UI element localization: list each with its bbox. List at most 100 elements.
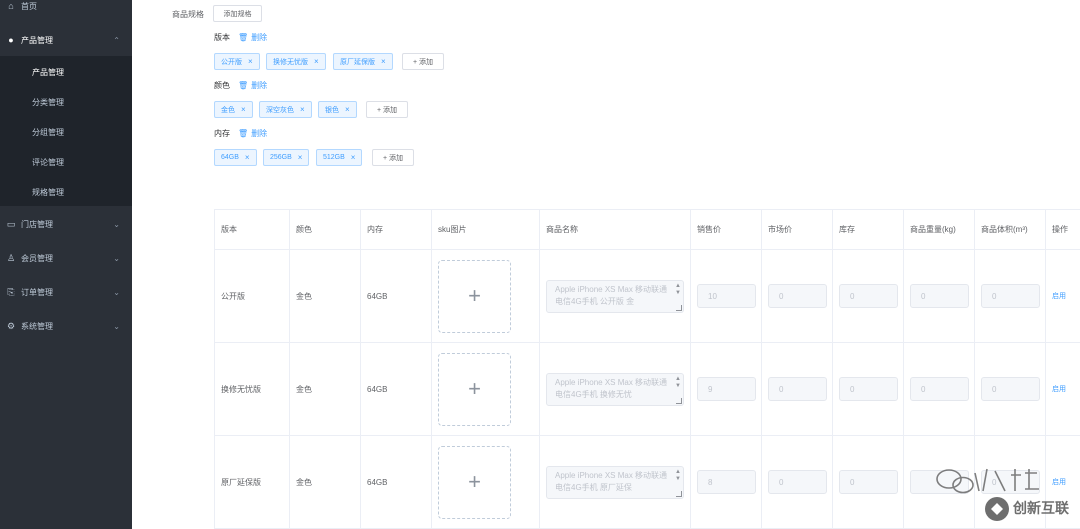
add-value-button[interactable]: + 添加 — [372, 149, 414, 166]
nav-item-home[interactable]: ⌂ 首页 — [0, 0, 132, 20]
cell-price: 10 — [690, 249, 762, 343]
enable-link[interactable]: 启用 — [1052, 293, 1066, 300]
tag-label: 64GB — [221, 154, 239, 161]
plus-icon: + — [468, 376, 481, 401]
image-upload-button[interactable]: + — [438, 259, 511, 333]
nav-label: 系统管理 — [21, 321, 53, 331]
volume-input[interactable]: 0 — [981, 284, 1040, 308]
spec-group-title: 版本 🗑 删除 — [214, 32, 267, 43]
cell-action: 启用 — [1045, 342, 1080, 436]
market-price-input[interactable]: 0 — [768, 470, 827, 494]
nav-item-products[interactable]: ● 产品管理 ⌃ — [0, 26, 132, 54]
delete-group-button[interactable]: 🗑 删除 — [238, 128, 267, 139]
cell-name: Apple iPhone XS Max 移动联通电信4G手机 原厂延保 ▲ ▼ — [539, 435, 691, 529]
sub-item-comment[interactable]: 评论管理 — [0, 147, 132, 177]
close-icon[interactable]: × — [381, 57, 386, 66]
spec-label: 商品规格 — [172, 10, 204, 19]
nav-item-members[interactable]: ♙ 会员管理 ⌄ — [0, 244, 132, 272]
stock-input[interactable]: 0 — [839, 470, 898, 494]
market-price-input[interactable]: 0 — [768, 377, 827, 401]
spinner-icon: ▲ ▼ — [675, 282, 681, 296]
nav-item-system[interactable]: ⚙ 系统管理 ⌄ — [0, 312, 132, 340]
sale-price-input[interactable]: 9 — [697, 377, 756, 401]
tag-label: 深空灰色 — [266, 106, 294, 114]
delete-group-button[interactable]: 🗑 删除 — [238, 80, 267, 91]
sub-item-category[interactable]: 分类管理 — [0, 87, 132, 117]
column-header: 颜色 — [289, 209, 361, 250]
cell-version: 换修无忧版 — [214, 342, 290, 436]
sub-item-spec[interactable]: 规格管理 — [0, 177, 132, 207]
nav-item-orders[interactable]: ⎘ 订单管理 ⌄ — [0, 278, 132, 306]
column-header: 市场价 — [761, 209, 833, 250]
delete-group-button[interactable]: 🗑 删除 — [238, 32, 267, 43]
product-name-textarea[interactable]: Apple iPhone XS Max 移动联通电信4G手机 公开版 金 ▲ ▼ — [546, 279, 684, 313]
nav-label: 订单管理 — [21, 287, 53, 297]
column-header: 商品名称 — [539, 209, 691, 250]
tag-label: 银色 — [325, 106, 339, 114]
resize-handle-icon — [676, 490, 682, 497]
cell-version: 原厂延保版 — [214, 435, 290, 529]
close-icon[interactable]: × — [345, 105, 350, 114]
close-icon[interactable]: × — [298, 153, 303, 162]
add-spec-button[interactable]: 添加规格 — [213, 5, 262, 22]
image-upload-button[interactable]: + — [438, 352, 511, 426]
cell-image: + — [431, 249, 540, 343]
watermark-logo: 创新互联 — [936, 468, 1070, 521]
cell-version: 公开版 — [214, 249, 290, 343]
add-value-button[interactable]: + 添加 — [402, 53, 444, 70]
main-content: 商品规格 添加规格 版本 🗑 删除 公开版 × 换修无忧版 × 原厂延保版 × + 添加… — [132, 0, 1080, 529]
tag-label: 公开版 — [221, 58, 242, 66]
enable-link[interactable]: 启用 — [1052, 386, 1066, 393]
close-icon[interactable]: × — [314, 57, 319, 66]
chevron-down-icon: ⌄ — [113, 287, 120, 297]
resize-handle-icon — [676, 304, 682, 311]
close-icon[interactable]: × — [351, 153, 356, 162]
cell-volume: 0 — [974, 342, 1046, 436]
cell-market: 0 — [761, 342, 833, 436]
close-icon[interactable]: × — [300, 105, 305, 114]
image-upload-button[interactable]: + — [438, 445, 511, 519]
column-header: 商品重量(kg) — [903, 209, 975, 250]
column-header: 商品体积(m³) — [974, 209, 1046, 250]
cell-name: Apple iPhone XS Max 移动联通电信4G手机 公开版 金 ▲ ▼ — [539, 249, 691, 343]
cell-stock: 0 — [832, 249, 904, 343]
nav-item-stores[interactable]: ▭ 门店管理 ⌄ — [0, 210, 132, 238]
volume-input[interactable]: 0 — [981, 377, 1040, 401]
sale-price-input[interactable]: 8 — [697, 470, 756, 494]
cell-name: Apple iPhone XS Max 移动联通电信4G手机 换修无忧 ▲ ▼ — [539, 342, 691, 436]
close-icon[interactable]: × — [248, 57, 253, 66]
settings-icon: ⚙ — [6, 320, 16, 331]
sub-item-product-manage[interactable]: 产品管理 — [0, 57, 132, 87]
column-header: 内存 — [360, 209, 432, 250]
spec-value-tag: 公开版 × — [214, 53, 260, 70]
column-header: 销售价 — [690, 209, 762, 250]
market-price-input[interactable]: 0 — [768, 284, 827, 308]
spec-value-tag: 深空灰色 × — [259, 101, 312, 118]
cell-memory: 64GB — [360, 342, 432, 436]
watermark-text: 创新互联 — [1012, 500, 1070, 516]
spec-group-name: 颜色 — [214, 81, 230, 90]
close-icon[interactable]: × — [245, 153, 250, 162]
stock-input[interactable]: 0 — [839, 284, 898, 308]
textarea-value: Apple iPhone XS Max 移动联通电信4G手机 换修无忧 — [555, 377, 668, 399]
sub-item-group[interactable]: 分组管理 — [0, 117, 132, 147]
tag-label: 换修无忧版 — [273, 58, 308, 66]
stock-input[interactable]: 0 — [839, 377, 898, 401]
product-name-textarea[interactable]: Apple iPhone XS Max 移动联通电信4G手机 原厂延保 ▲ ▼ — [546, 465, 684, 499]
close-icon[interactable]: × — [241, 105, 246, 114]
add-value-button[interactable]: + 添加 — [366, 101, 408, 118]
spec-group-name: 版本 — [214, 33, 230, 42]
weight-input[interactable]: 0 — [910, 284, 969, 308]
trash-icon: 🗑 — [238, 33, 249, 42]
weight-input[interactable]: 0 — [910, 377, 969, 401]
cell-image: + — [431, 342, 540, 436]
store-icon: ▭ — [6, 218, 16, 229]
sale-price-input[interactable]: 10 — [697, 284, 756, 308]
tag-label: 原厂延保版 — [340, 58, 375, 66]
product-submenu: 产品管理 分类管理 分组管理 评论管理 规格管理 — [0, 56, 132, 206]
resize-handle-icon — [676, 397, 682, 404]
product-name-textarea[interactable]: Apple iPhone XS Max 移动联通电信4G手机 换修无忧 ▲ ▼ — [546, 372, 684, 406]
cell-color: 金色 — [289, 249, 361, 343]
cell-weight: 0 — [903, 249, 975, 343]
plus-icon: + — [468, 283, 481, 308]
